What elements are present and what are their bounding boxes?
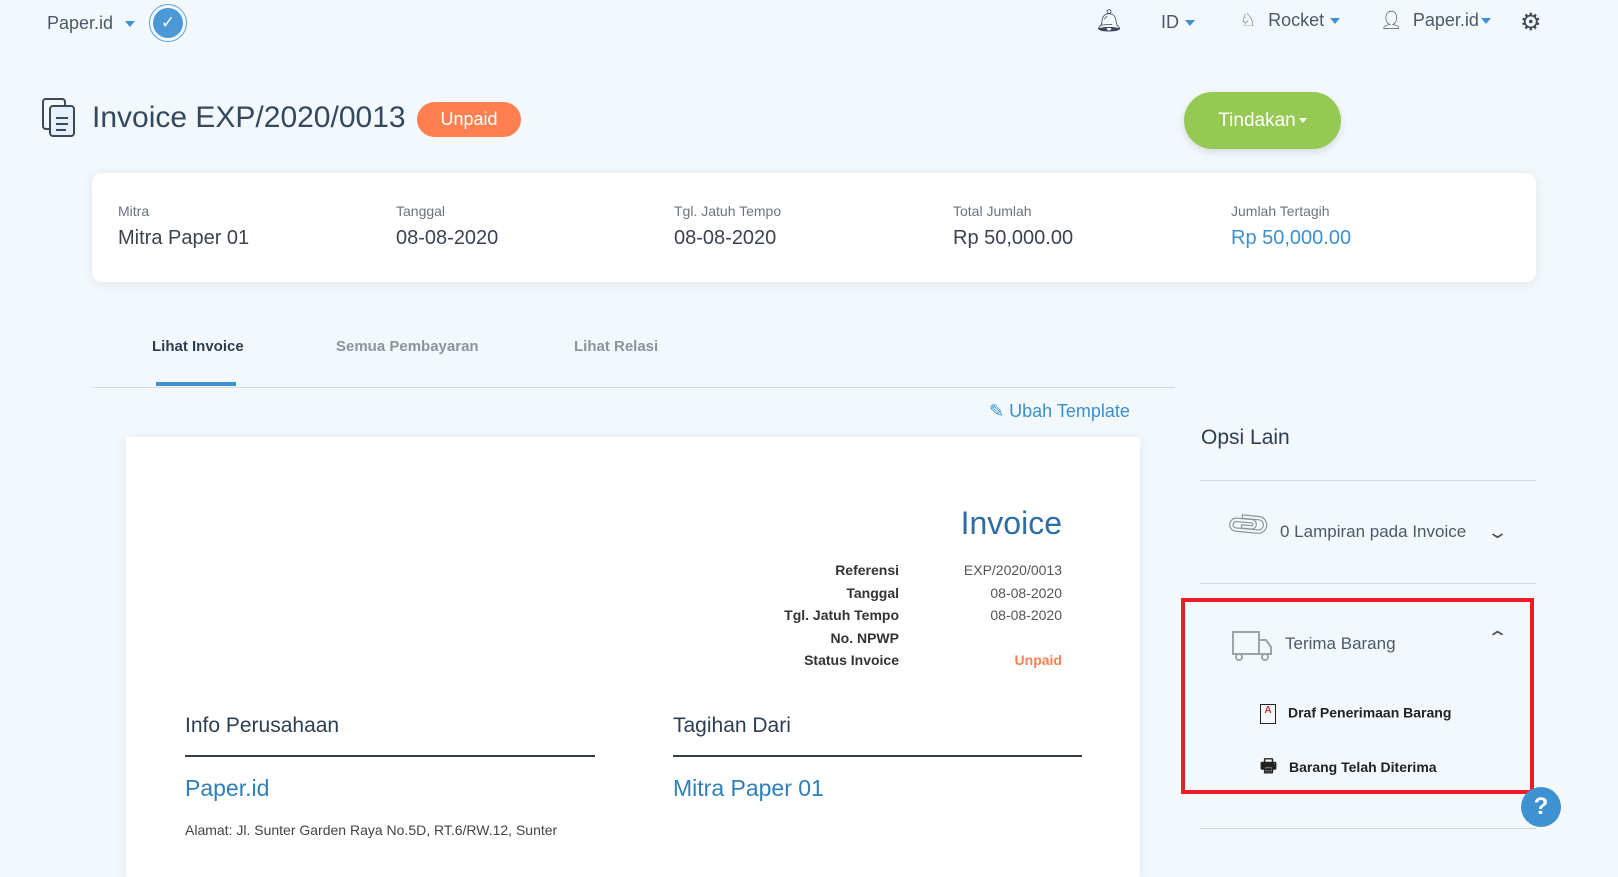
caret-down-icon	[125, 21, 136, 28]
summary-billed: Jumlah Tertagih Rp 50,000.00	[1231, 203, 1351, 250]
caret-down-icon	[1330, 18, 1341, 25]
goods-received-label: Barang Telah Diterima	[1289, 759, 1437, 775]
divider	[673, 755, 1082, 757]
summary-due-date: Tgl. Jatuh Tempo 08-08-2020	[674, 203, 781, 250]
meta-label: Tgl. Jatuh Tempo	[784, 607, 899, 623]
summary-date: Tanggal 08-08-2020	[396, 203, 498, 250]
meta-value: EXP/2020/0013	[963, 562, 1062, 578]
summary-label: Total Jumlah	[953, 203, 1032, 219]
summary-label: Tgl. Jatuh Tempo	[674, 203, 782, 219]
goods-received-link[interactable]: 🖶 Barang Telah Diterima	[1260, 754, 1437, 784]
edit-template-link[interactable]: ✎ Ubah Template	[989, 401, 1130, 422]
invoice-heading: Invoice	[960, 505, 1062, 541]
meta-label: Tanggal	[846, 584, 899, 601]
meta-value	[922, 627, 1062, 650]
invoice-preview: Invoice Referensi Tanggal Tgl. Jatuh Tem…	[126, 437, 1140, 877]
summary-value: 08-08-2020	[674, 227, 777, 249]
meta-label: Status Invoice	[804, 652, 899, 668]
plan-switcher[interactable]: ♘ Rocket	[1240, 10, 1341, 31]
attachments-toggle[interactable]: 📎︎ 0 Lampiran pada Invoice ⌄	[1200, 500, 1536, 570]
invoice-summary-card: Mitra Mitra Paper 01 Tanggal 08-08-2020 Tg…	[92, 173, 1536, 282]
divider	[1200, 828, 1536, 829]
gear-icon[interactable]: ⚙	[1520, 8, 1542, 37]
summary-label: Jumlah Tertagih	[1231, 203, 1330, 219]
tab-semua-pembayaran[interactable]: Semua Pembayaran	[336, 338, 479, 355]
summary-label: Mitra	[118, 203, 150, 219]
summary-partner: Mitra Mitra Paper 01	[118, 203, 249, 250]
invoice-document-icon	[42, 98, 76, 138]
summary-value: 08-08-2020	[396, 227, 499, 249]
summary-value: Rp 50,000.00	[1231, 227, 1352, 249]
actions-label: Tindakan	[1218, 110, 1296, 131]
language-switcher[interactable]: ID	[1161, 12, 1195, 33]
tab-lihat-invoice[interactable]: Lihat Invoice	[152, 338, 244, 355]
summary-label: Tanggal	[396, 203, 446, 219]
actions-button[interactable]: Tindakan	[1184, 92, 1341, 149]
company-info-title: Info Perusahaan	[185, 714, 340, 737]
summary-total: Total Jumlah Rp 50,000.00	[953, 203, 1073, 250]
receive-goods-label: Terima Barang	[1285, 634, 1396, 653]
invoice-meta-labels: Referensi Tanggal Tgl. Jatuh Tempo No. N…	[699, 559, 899, 672]
attachments-label: 0 Lampiran pada Invoice	[1280, 522, 1467, 541]
meta-label: Referensi	[835, 562, 899, 578]
meta-value: 08-08-2020	[990, 607, 1062, 623]
chevron-up-icon: ⌃	[1486, 628, 1509, 648]
brand-name: Paper.id	[47, 13, 114, 33]
user-label: Paper.id	[1412, 10, 1479, 30]
help-button[interactable]: ?	[1521, 787, 1561, 827]
divider	[1200, 583, 1536, 584]
meta-value: 08-08-2020	[990, 584, 1062, 601]
printer-icon: 🖶	[1260, 756, 1277, 776]
pencil-icon: ✎	[989, 401, 1005, 421]
active-tab-indicator	[156, 382, 236, 386]
billing-title: Tagihan Dari	[673, 714, 791, 737]
user-menu[interactable]: 👤︎ Paper.id	[1380, 10, 1491, 31]
page-title: Invoice EXP/2020/0013	[92, 101, 406, 134]
company-name: Paper.id	[185, 775, 270, 801]
language-label: ID	[1161, 12, 1179, 32]
billing-name: Mitra Paper 01	[673, 775, 824, 801]
meta-label: No. NPWP	[830, 629, 899, 646]
divider	[185, 755, 595, 757]
truck-icon	[1232, 630, 1272, 667]
award-icon: ♘	[1240, 10, 1257, 30]
invoice-meta-values: EXP/2020/0013 08-08-2020 08-08-2020 Unpa…	[922, 559, 1062, 672]
paperclip-icon: 📎︎	[1223, 500, 1275, 551]
company-address: Alamat: Jl. Sunter Garden Raya No.5D, RT…	[185, 822, 558, 838]
tabs-divider	[92, 387, 1175, 388]
other-options-title: Opsi Lain	[1201, 426, 1290, 449]
caret-down-icon	[1480, 18, 1491, 25]
summary-value: Mitra Paper 01	[118, 227, 250, 249]
receive-goods-toggle[interactable]: Terima Barang ⌃	[1200, 620, 1520, 670]
caret-down-icon	[1298, 118, 1307, 124]
bell-icon[interactable]: 🔔︎	[1095, 8, 1123, 34]
draft-goods-receipt-label: Draf Penerimaan Barang	[1288, 704, 1452, 721]
brand-switcher[interactable]: Paper.id	[47, 13, 136, 34]
pdf-icon: A	[1260, 704, 1276, 724]
chevron-down-icon: ⌄	[1486, 522, 1509, 542]
divider	[1200, 480, 1536, 481]
tab-lihat-relasi[interactable]: Lihat Relasi	[574, 338, 658, 355]
summary-value: Rp 50,000.00	[953, 227, 1074, 249]
draft-goods-receipt-link[interactable]: A Draf Penerimaan Barang	[1260, 704, 1451, 724]
status-badge: Unpaid	[417, 102, 521, 137]
verified-badge-icon: ✓	[149, 4, 187, 42]
edit-template-label: Ubah Template	[1009, 401, 1130, 421]
plan-label: Rocket	[1268, 10, 1325, 30]
caret-down-icon	[1185, 20, 1195, 27]
meta-value: Unpaid	[1014, 652, 1062, 668]
user-icon: 👤︎	[1380, 10, 1403, 30]
